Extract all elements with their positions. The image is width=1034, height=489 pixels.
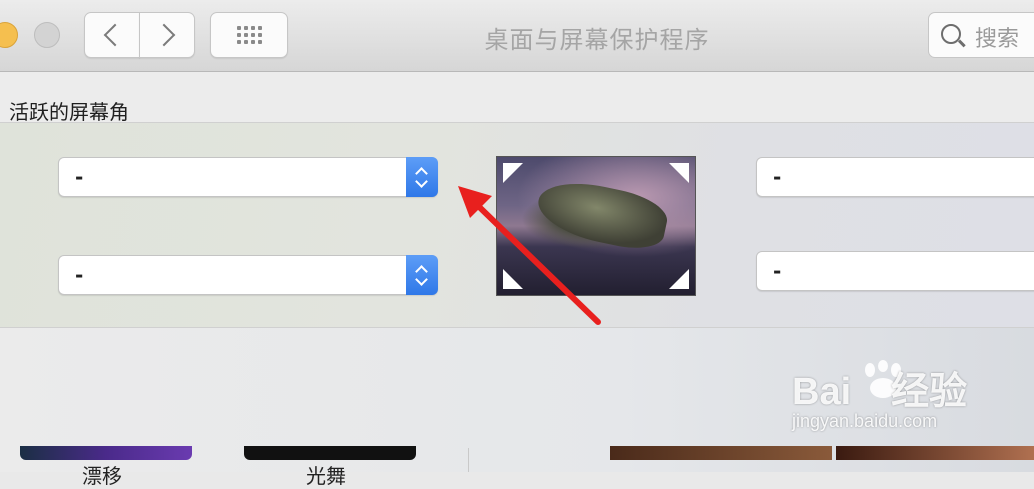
- screensaver-preview-right: [836, 446, 1034, 460]
- screensaver-label: 漂移: [82, 464, 122, 488]
- popup-value: -: [75, 263, 84, 287]
- watermark-brand: Bai: [792, 371, 852, 413]
- popup-value: -: [75, 165, 84, 189]
- divider: [468, 448, 469, 472]
- title-bar: 桌面与屏幕保护程序 搜索: [0, 0, 1034, 72]
- corner-top-right-icon: [669, 163, 689, 183]
- popup-stepper[interactable]: [406, 255, 438, 295]
- section-title: 活跃的屏幕角: [9, 100, 129, 124]
- screensaver-thumb-drift[interactable]: [20, 446, 192, 460]
- chevron-down-icon: [415, 273, 428, 286]
- red-arrow-annotation: [458, 186, 601, 325]
- screensaver-preview-left: [610, 446, 832, 460]
- bottom-right-corner-popup[interactable]: -: [756, 251, 1034, 291]
- chevron-down-icon: [415, 175, 428, 188]
- baidu-watermark: Bai 经验 jingyan.baidu.com: [792, 360, 967, 432]
- top-right-corner-popup[interactable]: -: [756, 157, 1034, 197]
- screensaver-label: 光舞: [306, 464, 346, 488]
- window-title: 桌面与屏幕保护程序: [484, 26, 710, 54]
- corner-bottom-right-icon: [669, 269, 689, 289]
- bottom-left-corner-popup[interactable]: -: [58, 255, 438, 295]
- popup-value: -: [773, 165, 782, 189]
- search-field[interactable]: 搜索: [928, 12, 1034, 58]
- top-left-corner-popup[interactable]: -: [58, 157, 438, 197]
- search-icon: [941, 24, 961, 44]
- popup-stepper[interactable]: [406, 157, 438, 197]
- screensaver-thumb-flurry[interactable]: [244, 446, 416, 460]
- popup-value: -: [773, 259, 782, 283]
- watermark-brand2: 经验: [891, 371, 968, 413]
- search-placeholder: 搜索: [975, 27, 1020, 52]
